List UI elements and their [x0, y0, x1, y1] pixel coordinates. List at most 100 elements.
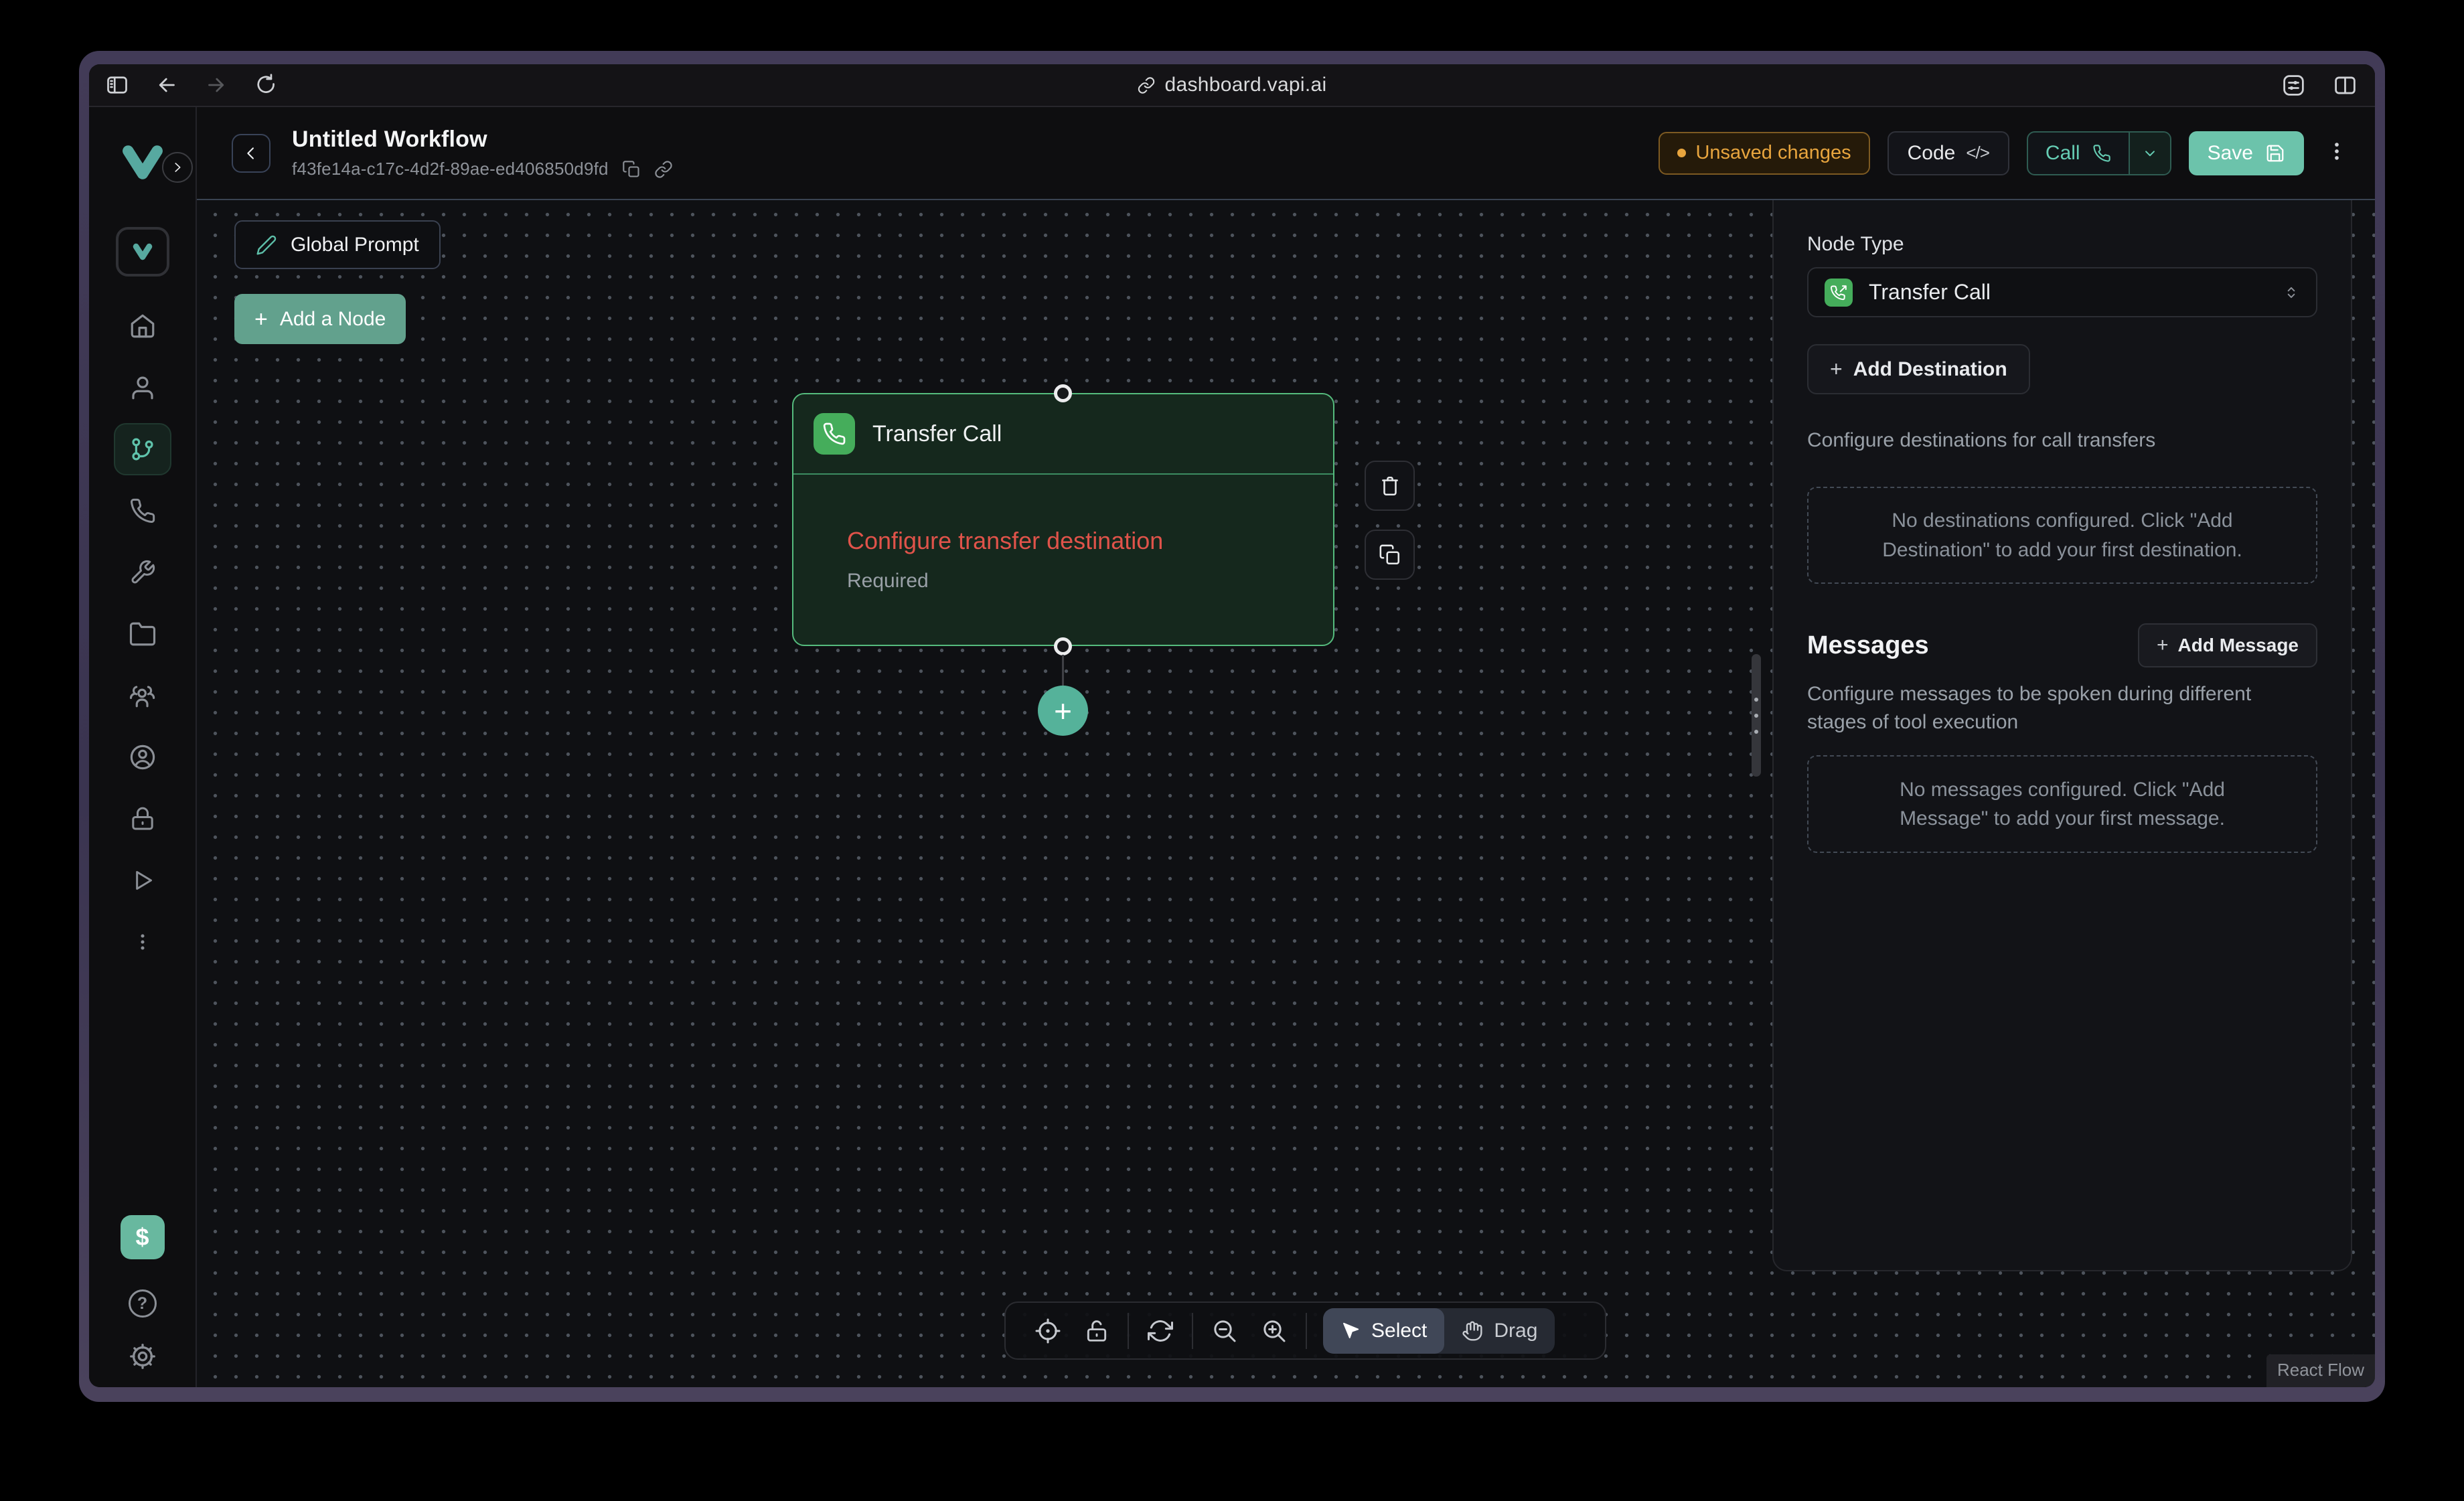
edge-connector [1062, 655, 1064, 687]
unsaved-changes-badge: Unsaved changes [1659, 132, 1869, 175]
pencil-icon [256, 234, 277, 256]
main-area: Untitled Workflow f43fe14a-c17c-4d2f-89a… [197, 107, 2375, 1387]
browser-window: dashboard.vapi.ai [79, 51, 2385, 1402]
toolbar-divider [1192, 1313, 1193, 1349]
node-type-select[interactable]: Transfer Call [1807, 267, 2317, 317]
react-flow-attribution[interactable]: React Flow [2266, 1354, 2375, 1387]
add-message-button[interactable]: + Add Message [2138, 623, 2317, 667]
split-view-icon[interactable] [2333, 73, 2358, 98]
auto-layout-button[interactable] [1136, 1318, 1185, 1344]
settings-button[interactable] [128, 1342, 157, 1371]
question-icon: ? [137, 1294, 147, 1314]
back-button[interactable] [232, 134, 271, 173]
vapi-logo[interactable] [121, 143, 164, 184]
url-text: dashboard.vapi.ai [1165, 74, 1327, 96]
messages-section-title: Messages [1807, 631, 1929, 660]
more-menu-button[interactable] [2321, 140, 2352, 166]
workflow-title: Untitled Workflow [292, 127, 673, 153]
sidebar-item-workflows[interactable] [89, 418, 196, 480]
sidebar-item-phone-numbers[interactable] [89, 480, 196, 542]
reload-icon[interactable] [254, 73, 278, 97]
sidebar-item-api-keys[interactable] [89, 788, 196, 850]
duplicate-node-button[interactable] [1365, 530, 1415, 580]
global-prompt-button[interactable]: Global Prompt [234, 220, 441, 269]
sidebar: $ ? [89, 107, 197, 1387]
browser-sidebar-toggle-icon[interactable] [105, 73, 129, 97]
app-root: $ ? Untitled Workflow [89, 107, 2375, 1387]
zoom-in-button[interactable] [1249, 1318, 1299, 1344]
sidebar-item-more[interactable] [89, 911, 196, 973]
call-label: Call [2046, 142, 2080, 165]
dollar-icon: $ [135, 1223, 149, 1251]
code-label: Code [1908, 142, 1956, 165]
workspace-switcher[interactable] [116, 227, 169, 276]
node-warning-note: Required [847, 570, 1310, 592]
code-button[interactable]: Code </> [1888, 131, 2009, 175]
sidebar-item-squads[interactable] [89, 665, 196, 726]
home-icon [114, 300, 171, 352]
lock-canvas-button[interactable] [1073, 1318, 1121, 1344]
add-node-button[interactable]: + Add a Node [234, 294, 406, 344]
phone-icon [2092, 144, 2111, 163]
sidebar-expand-button[interactable] [162, 152, 193, 183]
billing-button[interactable]: $ [121, 1215, 165, 1259]
sidebar-item-home[interactable] [89, 295, 196, 357]
gear-icon [128, 1342, 157, 1371]
add-node-label: Add a Node [280, 308, 386, 331]
node-handle-bottom[interactable] [1054, 637, 1072, 655]
transfer-call-icon [1825, 279, 1853, 307]
sidebar-item-files[interactable] [89, 603, 196, 665]
add-connected-node-button[interactable]: + [1038, 686, 1088, 736]
fit-view-button[interactable] [1023, 1318, 1073, 1344]
cursor-icon [1340, 1321, 1361, 1341]
link-id-icon[interactable] [654, 160, 673, 179]
unsaved-dot-icon [1677, 149, 1686, 157]
sidebar-item-profile[interactable] [89, 726, 196, 788]
select-label: Select [1371, 1320, 1427, 1342]
plus-icon: + [2157, 634, 2169, 657]
chevron-up-down-icon [2283, 284, 2300, 301]
zoom-out-button[interactable] [1200, 1318, 1249, 1344]
copy-id-icon[interactable] [622, 160, 641, 179]
lock-icon [114, 793, 171, 845]
back-icon[interactable] [155, 73, 179, 97]
hand-icon [1462, 1320, 1483, 1342]
messages-description: Configure messages to be spoken during d… [1807, 680, 2303, 736]
help-button[interactable]: ? [129, 1289, 157, 1318]
save-icon [2265, 143, 2285, 163]
trash-icon [1379, 475, 1401, 497]
toolbar-divider [1306, 1313, 1307, 1349]
link-icon [1138, 76, 1156, 94]
select-mode-button[interactable]: Select [1323, 1308, 1444, 1354]
sidebar-item-assistants[interactable] [89, 357, 196, 418]
plus-icon: + [1054, 693, 1072, 729]
node-type-value: Transfer Call [1869, 280, 1991, 305]
dots-vertical-icon [114, 916, 171, 968]
browser-toolbar: dashboard.vapi.ai [89, 64, 2375, 107]
node-title: Transfer Call [872, 421, 1002, 447]
save-button[interactable]: Save [2189, 131, 2304, 175]
node-type-label: Node Type [1807, 233, 2317, 256]
workflow-header: Untitled Workflow f43fe14a-c17c-4d2f-89a… [197, 107, 2375, 200]
call-button[interactable]: Call [2028, 133, 2129, 174]
node-handle-top[interactable] [1054, 384, 1072, 402]
transfer-call-node[interactable]: Transfer Call Configure transfer destina… [792, 393, 1334, 646]
workflow-id: f43fe14a-c17c-4d2f-89ae-ed406850d9fd [292, 159, 609, 179]
user-icon [114, 362, 171, 414]
panel-resize-handle[interactable] [1752, 654, 1761, 777]
drag-mode-button[interactable]: Drag [1444, 1308, 1555, 1354]
copy-icon [1379, 544, 1401, 566]
forward-icon[interactable] [204, 73, 228, 97]
browser-settings-icon[interactable] [2281, 73, 2306, 98]
sidebar-item-tools[interactable] [89, 542, 196, 603]
plus-icon: + [254, 308, 268, 331]
delete-node-button[interactable] [1365, 461, 1415, 511]
code-icon: </> [1966, 143, 1989, 163]
address-bar[interactable]: dashboard.vapi.ai [1138, 74, 1327, 96]
unsaved-label: Unsaved changes [1695, 142, 1851, 164]
call-dropdown-button[interactable] [2129, 133, 2170, 174]
sidebar-item-test[interactable] [89, 850, 196, 911]
save-label: Save [2208, 142, 2253, 165]
add-destination-button[interactable]: + Add Destination [1807, 344, 2030, 394]
refresh-icon [1147, 1318, 1174, 1344]
